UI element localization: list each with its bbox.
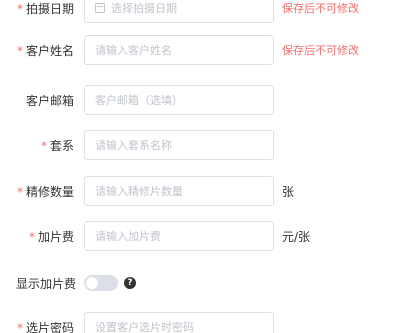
shoot-date-label: * 拍摄日期	[16, 1, 74, 16]
calendar-icon	[95, 3, 105, 13]
customer-name-warning: 保存后不可修改	[282, 44, 359, 57]
photo-password-input[interactable]: 设置客户选片时密码	[84, 312, 274, 333]
retouch-count-placeholder: 请输入精修片数量	[95, 185, 183, 198]
customer-name-input[interactable]: 请输入客户姓名	[84, 35, 274, 65]
show-extra-fee-label: 显示加片费	[15, 276, 76, 291]
shoot-date-picker[interactable]: 选择拍摄日期	[84, 0, 274, 23]
package-input[interactable]: 请输入套系名称	[84, 130, 274, 160]
shoot-date-placeholder: 选择拍摄日期	[111, 2, 177, 15]
required-mark: *	[28, 229, 35, 244]
show-extra-fee-toggle[interactable]	[84, 275, 118, 291]
retouch-count-row: * 精修数量 请输入精修片数量 张	[0, 175, 405, 207]
photo-password-label: * 选片密码	[16, 320, 74, 333]
extra-fee-input[interactable]: 请输入加片费	[84, 221, 274, 251]
required-mark: *	[16, 43, 23, 58]
customer-name-label: * 客户姓名	[16, 43, 74, 58]
retouch-count-input[interactable]: 请输入精修片数量	[84, 176, 274, 206]
shoot-date-warning: 保存后不可修改	[282, 2, 359, 15]
photo-password-placeholder: 设置客户选片时密码	[95, 321, 194, 333]
extra-fee-unit: 元/张	[282, 229, 311, 244]
extra-fee-placeholder: 请输入加片费	[95, 230, 161, 243]
toggle-knob	[86, 277, 98, 289]
extra-fee-label: * 加片费	[28, 229, 74, 244]
extra-fee-row: * 加片费 请输入加片费 元/张	[0, 220, 405, 252]
required-mark: *	[16, 320, 23, 333]
photo-password-row: * 选片密码 设置客户选片时密码	[0, 311, 405, 333]
customer-email-label: 客户邮箱	[25, 93, 74, 108]
required-mark: *	[40, 138, 47, 153]
required-mark: *	[16, 184, 23, 199]
order-form: * 拍摄日期 选择拍摄日期 保存后不可修改 * 客户姓名 请输入客户姓名 保存后不可…	[0, 0, 405, 333]
package-placeholder: 请输入套系名称	[95, 139, 172, 152]
required-mark: *	[16, 1, 23, 16]
shoot-date-row: * 拍摄日期 选择拍摄日期 保存后不可修改	[0, 0, 405, 24]
retouch-count-label: * 精修数量	[16, 184, 74, 199]
customer-email-placeholder: 客户邮箱（选填）	[95, 94, 183, 107]
customer-email-input[interactable]: 客户邮箱（选填）	[84, 85, 274, 115]
help-icon[interactable]: ?	[124, 277, 136, 289]
package-label: * 套系	[40, 138, 74, 153]
customer-email-row: 客户邮箱 客户邮箱（选填）	[0, 84, 405, 116]
customer-name-placeholder: 请输入客户姓名	[95, 44, 172, 57]
customer-name-row: * 客户姓名 请输入客户姓名 保存后不可修改	[0, 34, 405, 66]
retouch-count-unit: 张	[282, 184, 295, 199]
show-extra-fee-row: 显示加片费 ?	[0, 267, 405, 299]
package-row: * 套系 请输入套系名称	[0, 129, 405, 161]
